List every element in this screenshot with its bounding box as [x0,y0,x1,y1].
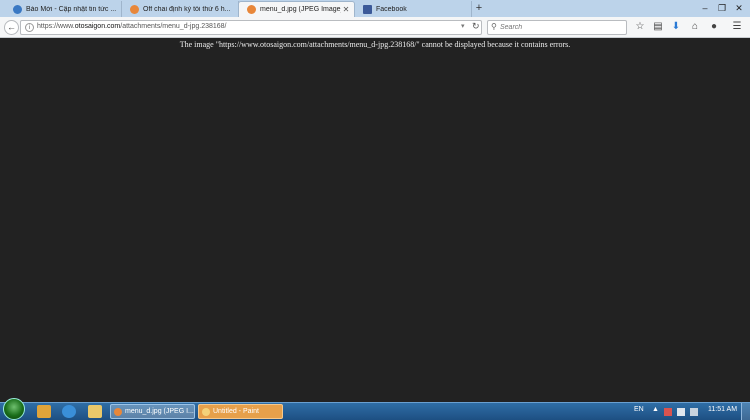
taskbar-task-paint[interactable]: Untitled - Paint [198,404,283,419]
taskbar: menu_d.jpg (JPEG I... Untitled - Paint E… [0,398,750,420]
internet-explorer-icon[interactable] [62,405,76,418]
download-icon[interactable]: ⬇ [669,20,683,34]
bookmark-star-icon[interactable]: ☆ [633,20,647,34]
clock[interactable]: 11:51 AM [708,406,737,413]
url-host: otosaigon.com [74,23,121,30]
back-button[interactable]: ← [4,20,19,35]
chat-icon[interactable]: ● [707,20,721,34]
new-tab-button[interactable]: + [472,1,486,15]
search-input[interactable] [500,22,620,33]
taskbar-task-firefox[interactable]: menu_d.jpg (JPEG I... [110,404,195,419]
forum-icon [130,4,139,14]
tab-menu-image[interactable]: menu_d.jpg (JPEG Image) ✕ [238,1,355,17]
globe-icon [13,4,22,14]
url-text[interactable]: https://www.otosaigon.com/attachments/me… [37,23,227,30]
volume-icon[interactable] [690,408,698,416]
file-explorer-icon[interactable] [88,405,102,418]
action-center-icon[interactable] [664,408,672,416]
menu-icon[interactable]: ☰ [730,20,744,34]
tab-title: Facebook [376,5,407,13]
tab-facebook[interactable]: Facebook [355,1,472,17]
navigation-bar: ← i https://www.otosaigon.com/attachment… [0,17,750,38]
bookmarks-list-icon[interactable]: ▤ [651,20,665,34]
chevron-up-icon[interactable]: ▲ [652,406,659,413]
tab-title: Báo Mới - Cập nhật tin tức ... [26,5,117,13]
paint-icon [202,407,210,416]
site-info-icon[interactable]: i [25,23,34,32]
close-tab-icon[interactable]: ✕ [341,5,351,14]
facebook-icon [363,4,372,14]
task-label: Untitled - Paint [213,408,259,415]
tab-title: menu_d.jpg (JPEG Image) [260,6,341,13]
close-window-icon[interactable]: ✕ [731,1,747,15]
image-error-message: The image "https://www.otosaigon.com/att… [179,40,571,49]
page-content: The image "https://www.otosaigon.com/att… [0,38,750,402]
url-path: /attachments/menu_d-jpg.238168/ [120,23,227,30]
tab-strip: Báo Mới - Cập nhật tin tức ... Off chai … [0,0,750,17]
url-prefix: https://www. [37,23,75,30]
show-desktop-button[interactable] [741,403,750,420]
minimize-icon[interactable]: – [697,1,713,15]
tab-bao-moi[interactable]: Báo Mới - Cập nhật tin tức ... [5,1,122,17]
maximize-icon[interactable]: ❐ [714,1,730,15]
home-icon[interactable]: ⌂ [688,20,702,34]
chevron-down-icon[interactable]: ▾ [461,22,465,30]
media-player-icon[interactable] [37,405,51,418]
reload-icon[interactable]: ↻ [472,21,480,32]
firefox-icon [114,407,122,416]
tab-off-chai[interactable]: Off chai định kỳ tối thứ 6 h... [122,1,239,17]
forum-icon [247,5,256,14]
search-bar[interactable]: ⚲ [487,20,627,35]
task-label: menu_d.jpg (JPEG I... [125,408,194,415]
language-indicator[interactable]: EN [634,406,644,413]
url-bar[interactable]: i https://www.otosaigon.com/attachments/… [20,20,482,35]
search-icon: ⚲ [491,22,497,31]
start-button[interactable] [3,398,25,420]
tab-title: Off chai định kỳ tối thứ 6 h... [143,5,231,13]
network-icon[interactable] [677,408,685,416]
